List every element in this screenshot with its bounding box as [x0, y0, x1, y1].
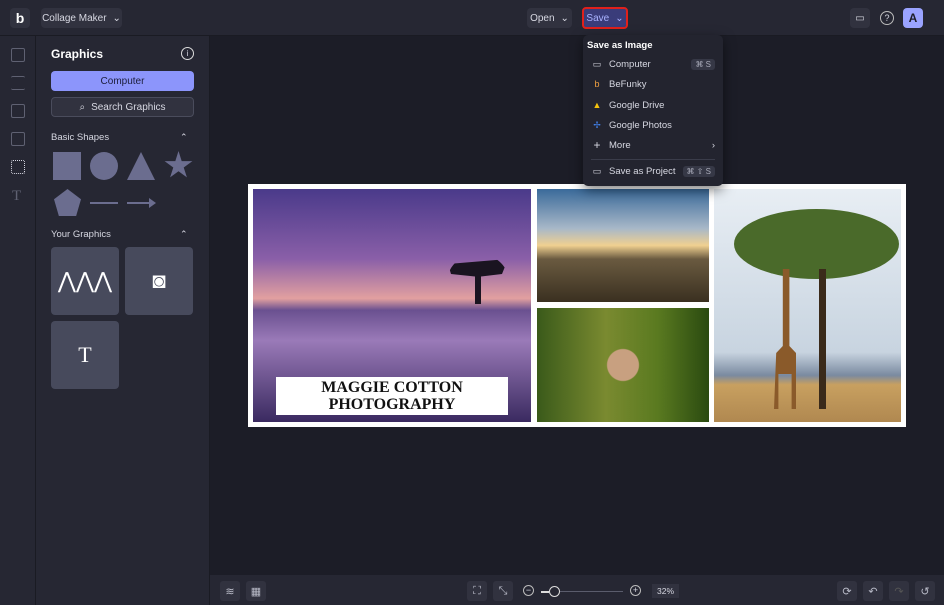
photographer-photo[interactable] — [537, 308, 709, 422]
layout-icon[interactable] — [11, 104, 25, 118]
bottom-toolbar: ≋ ▦ ⛶ ⤡ − + 32% ⟳ ↶ ↷ ↺ — [210, 575, 944, 605]
arrow-shape[interactable] — [127, 202, 151, 204]
item-label: Google Drive — [609, 100, 664, 111]
item-label: Computer — [609, 59, 651, 70]
texture-icon[interactable] — [11, 132, 25, 146]
giraffe — [774, 269, 796, 409]
tree-silhouette — [448, 254, 508, 304]
logo-box[interactable]: MAGGIE COTTON PHOTOGRAPHY — [276, 377, 508, 415]
folder-icon: ▭ — [591, 166, 603, 177]
star-shape[interactable] — [164, 151, 193, 180]
undo-icon[interactable]: ↶ — [863, 581, 883, 601]
app-menu-label: Collage Maker — [42, 13, 106, 24]
open-label: Open — [530, 13, 554, 24]
save-befunky[interactable]: b BeFunky — [591, 75, 715, 93]
computer-button[interactable]: Computer — [51, 71, 194, 91]
chevron-down-icon: ⌄ — [113, 13, 121, 24]
zoom-out-icon[interactable]: − — [523, 585, 534, 596]
arrow-head — [149, 198, 156, 208]
monitor-icon: ▭ — [591, 59, 603, 70]
graphic-camera[interactable]: ◙ — [125, 247, 193, 315]
save-google-photos[interactable]: ✢ Google Photos — [591, 116, 715, 134]
acacia-tree — [734, 209, 899, 279]
square-shape[interactable] — [53, 152, 81, 180]
logo-line-1: MAGGIE COTTON — [276, 379, 508, 396]
app-menu-button[interactable]: Collage Maker ⌄ — [41, 8, 122, 28]
help-icon[interactable]: ? — [880, 11, 894, 25]
actual-size-icon[interactable]: ⤡ — [493, 581, 513, 601]
shortcut: ⌘ ⇧ S — [683, 166, 715, 177]
giraffe-photo[interactable] — [714, 189, 901, 422]
refresh-icon[interactable]: ⟳ — [837, 581, 857, 601]
logo-line-2: PHOTOGRAPHY — [276, 396, 508, 413]
item-label: Save as Project — [609, 166, 676, 177]
befunky-icon: b — [591, 79, 603, 89]
top-bar: b Collage Maker ⌄ Open ⌄ Save ⌄ ▭ ? A — [0, 0, 944, 36]
line-shape[interactable] — [90, 202, 118, 204]
pentagon-shape[interactable] — [54, 189, 81, 216]
google-drive-icon: ▲ — [591, 100, 603, 110]
sunset-photo[interactable]: MAGGIE COTTON PHOTOGRAPHY — [253, 189, 531, 422]
save-as-project[interactable]: ▭ Save as Project ⌘ ⇧ S — [591, 162, 715, 180]
fit-screen-icon[interactable]: ⛶ — [467, 581, 487, 601]
shortcut: ⌘ S — [691, 59, 715, 70]
save-button[interactable]: Save ⌄ — [582, 7, 628, 29]
panel-title: Graphics — [51, 47, 103, 61]
collage[interactable]: MAGGIE COTTON PHOTOGRAPHY — [248, 184, 906, 427]
chevron-right-icon: › — [712, 140, 715, 151]
graphic-monogram[interactable]: T — [51, 321, 119, 389]
search-icon: ⌕ — [79, 102, 85, 113]
google-photos-icon: ✢ — [591, 120, 603, 131]
history-icon[interactable]: ↺ — [915, 581, 935, 601]
collapse-icon[interactable]: ⌃ — [180, 229, 188, 240]
save-more[interactable]: + More › — [591, 136, 715, 154]
save-computer[interactable]: ▭ Computer ⌘ S — [591, 55, 715, 73]
chevron-down-icon: ⌄ — [561, 13, 569, 24]
zoom-slider[interactable] — [541, 591, 623, 592]
graphics-icon[interactable] — [11, 160, 25, 174]
save-menu: Save as Image ▭ Computer ⌘ S b BeFunky ▲ Goo… — [583, 35, 723, 186]
tool-rail: T — [0, 36, 36, 605]
collapse-icon[interactable]: ⌃ — [180, 132, 188, 143]
avatar[interactable]: A — [903, 8, 923, 28]
menu-divider — [591, 159, 715, 160]
search-graphics-button[interactable]: ⌕ Search Graphics — [51, 97, 194, 117]
item-label: Google Photos — [609, 120, 672, 131]
save-label: Save — [586, 13, 609, 24]
text-icon[interactable]: T — [12, 188, 26, 202]
open-button[interactable]: Open ⌄ — [527, 8, 572, 28]
item-label: BeFunky — [609, 79, 647, 90]
circle-shape[interactable] — [90, 152, 118, 180]
comments-icon[interactable]: ▭ — [850, 8, 870, 28]
info-icon[interactable]: i — [181, 47, 194, 60]
zoom-in-icon[interactable]: + — [630, 585, 641, 596]
save-google-drive[interactable]: ▲ Google Drive — [591, 96, 715, 114]
adjust-icon[interactable] — [11, 76, 25, 90]
grid-icon[interactable]: ▦ — [246, 581, 266, 601]
zoom-value[interactable]: 32% — [652, 584, 679, 598]
befunky-logo[interactable]: b — [10, 8, 30, 28]
zoom-slider-fill — [541, 591, 549, 593]
basic-shapes-header[interactable]: Basic Shapes — [51, 132, 109, 143]
mountain-sky-photo[interactable] — [537, 189, 709, 302]
chevron-down-icon: ⌄ — [615, 13, 623, 24]
tree-trunk — [819, 269, 826, 409]
save-menu-heading: Save as Image — [587, 40, 653, 51]
layers-icon[interactable]: ≋ — [220, 581, 240, 601]
item-label: More — [609, 140, 631, 151]
triangle-shape[interactable] — [127, 152, 155, 180]
search-label: Search Graphics — [91, 102, 165, 113]
redo-icon[interactable]: ↷ — [889, 581, 909, 601]
your-graphics-header[interactable]: Your Graphics — [51, 229, 111, 240]
zoom-slider-handle[interactable] — [549, 586, 560, 597]
plus-icon: + — [591, 138, 603, 152]
graphics-panel: Graphics i Computer ⌕ Search Graphics Bas… — [36, 36, 210, 605]
image-icon[interactable] — [11, 48, 25, 62]
graphic-trees[interactable]: ⋀⋀⋀ — [51, 247, 119, 315]
